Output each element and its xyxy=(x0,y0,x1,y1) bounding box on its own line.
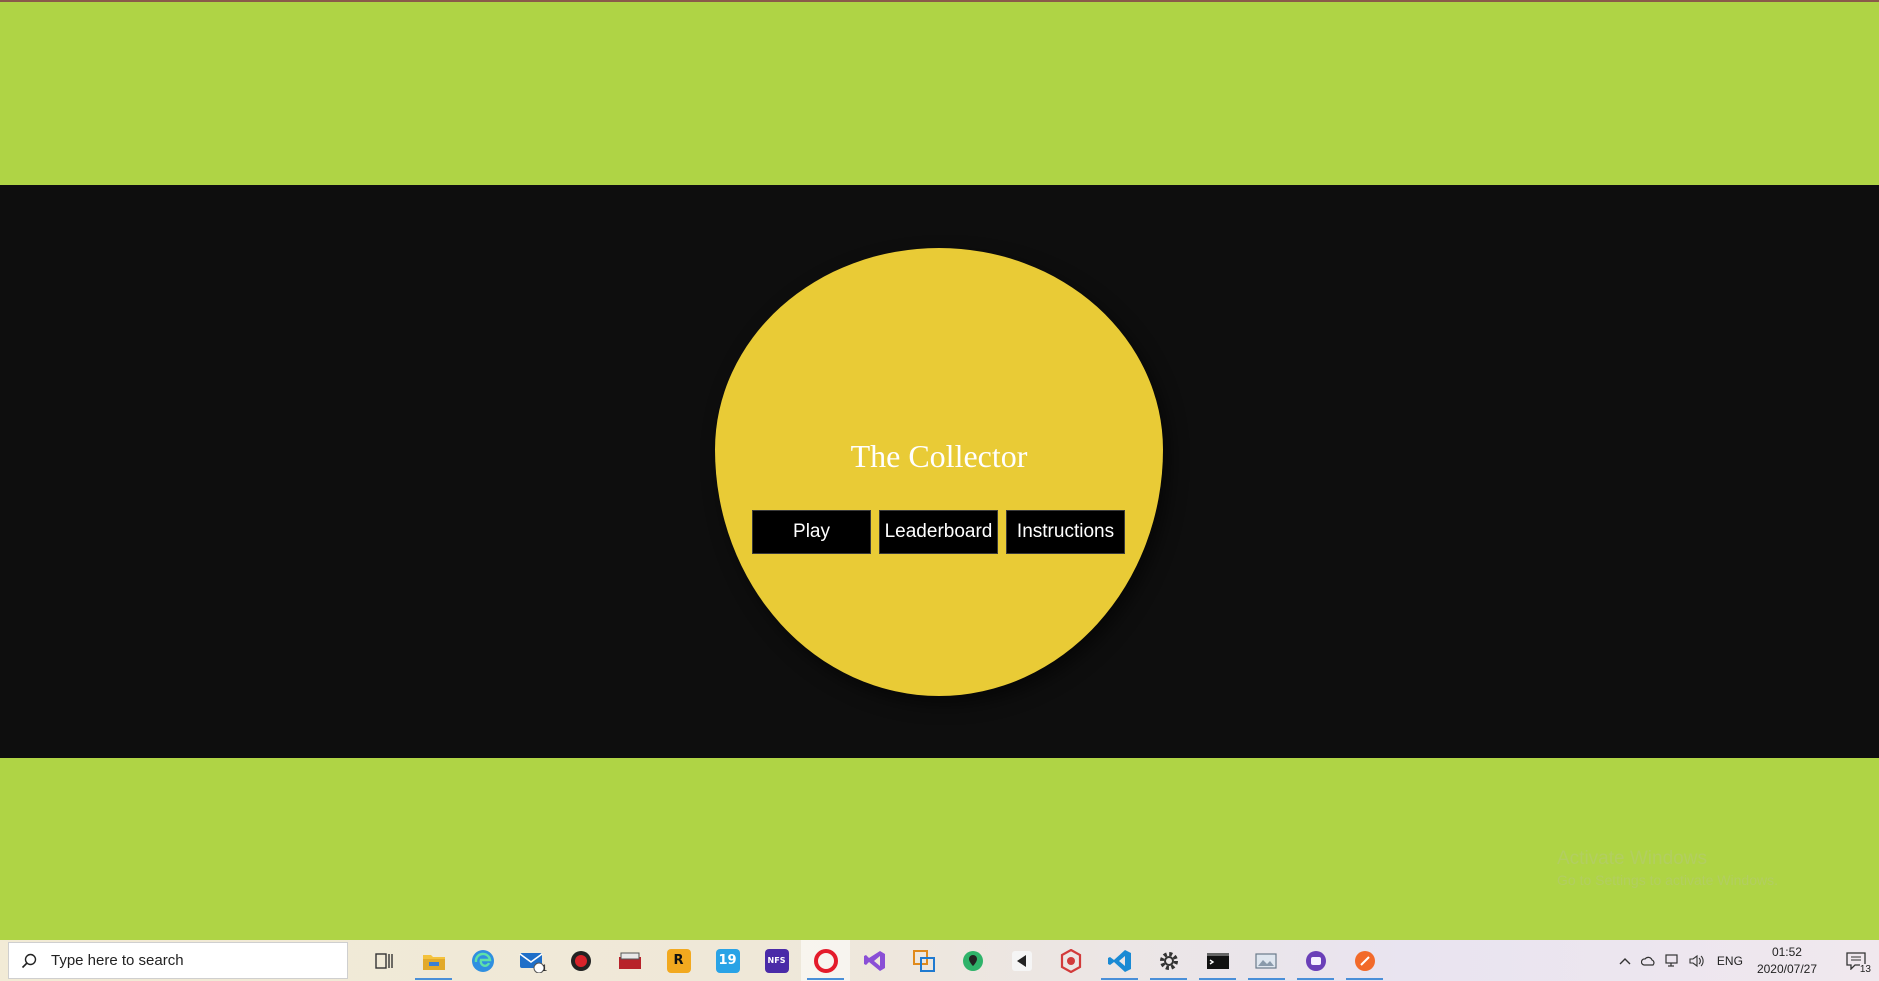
notification-count: 13 xyxy=(1859,964,1871,975)
orange-app-icon[interactable] xyxy=(1340,940,1389,981)
clock[interactable]: 01:52 2020/07/27 xyxy=(1757,944,1817,978)
media-app-icon[interactable] xyxy=(605,940,654,981)
red-circle-app-icon[interactable] xyxy=(556,940,605,981)
chevron-up-icon[interactable] xyxy=(1613,940,1637,981)
edge-icon[interactable] xyxy=(458,940,507,981)
photos-icon[interactable] xyxy=(1242,940,1291,981)
play-button[interactable]: Play xyxy=(752,510,871,554)
map-pin-app-icon[interactable] xyxy=(948,940,997,981)
layers-app-icon[interactable] xyxy=(899,940,948,981)
taskbar-apps: 1 R 19 NFS xyxy=(360,940,1389,981)
mail-icon[interactable]: 1 xyxy=(507,940,556,981)
terminal-icon[interactable] xyxy=(1193,940,1242,981)
search-icon xyxy=(21,953,37,968)
game-title: The Collector xyxy=(850,438,1028,474)
purple-app-icon[interactable] xyxy=(1291,940,1340,981)
leaderboard-button[interactable]: Leaderboard xyxy=(879,510,998,554)
unity-icon[interactable] xyxy=(997,940,1046,981)
watermark-title: Activate Windows xyxy=(1557,848,1707,869)
taskbar-search[interactable] xyxy=(8,942,348,979)
nfs-icon[interactable]: NFS xyxy=(752,940,801,981)
file-explorer-icon[interactable] xyxy=(409,940,458,981)
hex-app-icon[interactable] xyxy=(1046,940,1095,981)
vscode-icon[interactable] xyxy=(1095,940,1144,981)
search-input[interactable] xyxy=(49,951,333,970)
settings-icon[interactable] xyxy=(1144,940,1193,981)
task-view-icon[interactable] xyxy=(360,940,409,981)
visual-studio-icon[interactable] xyxy=(850,940,899,981)
activate-windows-watermark: Activate Windows Go to Settings to activ… xyxy=(1557,848,1778,888)
taskbar: 1 R 19 NFS xyxy=(0,940,1879,981)
instructions-button[interactable]: Instructions xyxy=(1006,510,1125,554)
top-border xyxy=(0,0,1879,2)
mail-badge: 1 xyxy=(541,963,547,973)
screen: The Collector Play Leaderboard Instructi… xyxy=(0,0,1879,981)
rockstar-icon[interactable]: R xyxy=(654,940,703,981)
system-tray: ENG 01:52 2020/07/27 13 xyxy=(1613,940,1879,981)
onedrive-icon[interactable] xyxy=(1637,940,1661,981)
clock-time: 01:52 xyxy=(1771,944,1802,959)
menu-buttons: Play Leaderboard Instructions xyxy=(752,510,1125,554)
watermark-subtitle: Go to Settings to activate Windows. xyxy=(1557,872,1778,888)
app-19-icon[interactable]: 19 xyxy=(703,940,752,981)
clock-date: 2020/07/27 xyxy=(1756,961,1817,976)
network-icon[interactable] xyxy=(1661,940,1685,981)
volume-icon[interactable] xyxy=(1685,940,1709,981)
language-indicator[interactable]: ENG xyxy=(1717,954,1743,968)
opera-icon[interactable] xyxy=(801,940,850,981)
notification-center-button[interactable]: 13 xyxy=(1833,940,1879,981)
